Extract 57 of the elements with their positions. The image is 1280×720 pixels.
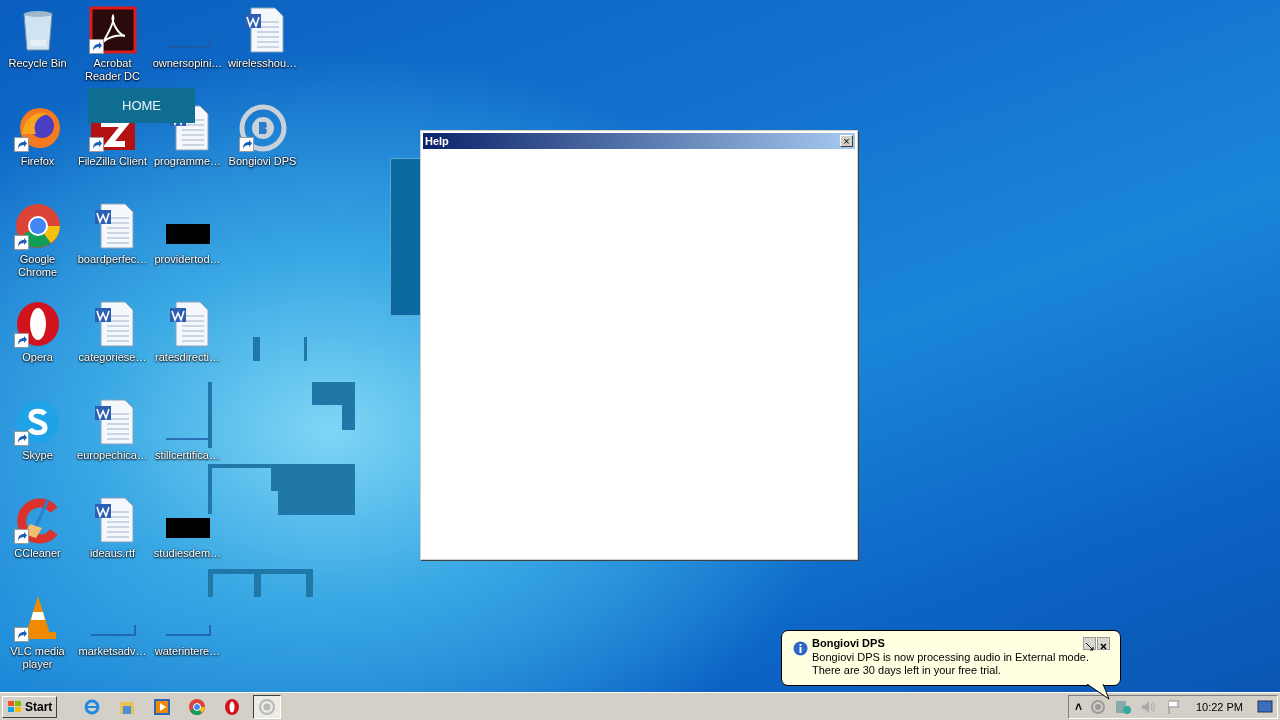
desktop-icon-label[interactable]: Bongiovi DPS (228, 155, 297, 168)
pdf-icon (88, 6, 137, 54)
desktop-icon-label[interactable]: wirelesshou… (227, 57, 298, 70)
desktop-icon-label[interactable]: Acrobat Reader DC (75, 57, 150, 83)
desktop-icon-label[interactable]: studiesdem… (153, 547, 222, 560)
chrome-icon (188, 697, 207, 716)
glitch-fragment (253, 337, 260, 361)
file-outline-icon (164, 36, 211, 48)
bongiovi-logo-icon (238, 104, 287, 152)
desktop-icon-label[interactable]: Firefox (20, 155, 55, 168)
close-icon (1098, 641, 1109, 652)
info-icon (793, 641, 808, 656)
show-desktop-icon[interactable] (1257, 699, 1273, 714)
desktop-icon-label[interactable]: waterintere… (154, 645, 221, 658)
notification-message: Bongiovi DPS is now processing audio in External mode. There are 30 days left in your free trial. (812, 651, 1090, 677)
media-player-icon (153, 697, 172, 716)
desktop-icon-label[interactable]: ratesdirecti… (155, 351, 220, 364)
desktop-icon-label[interactable]: FileZilla Client (77, 155, 148, 168)
glitch-fragment (304, 337, 307, 361)
clock[interactable]: 10:22 PM (1195, 700, 1243, 713)
opera-icon (223, 697, 242, 716)
start-button[interactable]: Start (2, 695, 58, 718)
desktop-icon-label[interactable]: ownersopini… (152, 57, 223, 70)
windows-logo-icon (7, 699, 23, 714)
bongiovi-tray-icon[interactable] (1089, 698, 1106, 715)
close-button[interactable]: × (840, 135, 853, 147)
file-outline-icon (89, 624, 136, 636)
desktop-icon-label[interactable]: VLC media player (0, 645, 75, 671)
desktop-icon-label[interactable]: providertod… (154, 253, 221, 266)
desktop-icon-label[interactable]: stillcertifica… (155, 449, 220, 462)
close-button[interactable] (1097, 637, 1110, 650)
desktop-icon-label[interactable]: marketsadv… (78, 645, 147, 658)
notification-title: Bongiovi DPS (812, 637, 885, 649)
desktop-icon-label[interactable]: categoriese… (78, 351, 147, 364)
show-hidden-icons-button[interactable]: ˄ (1074, 699, 1082, 714)
window-title: Help (425, 135, 449, 147)
desktop-icon-label[interactable]: programme… (153, 155, 222, 168)
thumbnail-icon (165, 518, 210, 538)
desktop-icon-label[interactable]: europechica… (77, 449, 148, 462)
desktop-icon-label[interactable]: boardperfec… (77, 253, 148, 266)
glitch-fragment (208, 382, 212, 448)
resize-icon (1084, 641, 1095, 652)
desktop-icon-label[interactable]: Skype (22, 449, 53, 462)
file-outline-icon (164, 624, 211, 636)
desktop-icon-label[interactable]: CCleaner (14, 547, 61, 560)
thumbnail-icon (165, 224, 210, 244)
internet-explorer-icon (83, 697, 102, 716)
desktop-icon-label[interactable]: Google Chrome (0, 253, 75, 279)
network-icon[interactable] (1113, 698, 1132, 715)
bongiovi-logo-icon (258, 697, 277, 716)
home-banner: HOME (88, 88, 195, 123)
desktop-icon-label[interactable]: Recycle Bin (8, 57, 67, 70)
taskbar-app-button[interactable] (253, 694, 282, 719)
options-button[interactable] (1083, 637, 1096, 650)
desktop-icon-label[interactable]: Opera (22, 351, 53, 364)
desktop-icon-label[interactable]: ideaus.rtf (89, 547, 136, 560)
flag-icon[interactable] (1165, 698, 1182, 715)
